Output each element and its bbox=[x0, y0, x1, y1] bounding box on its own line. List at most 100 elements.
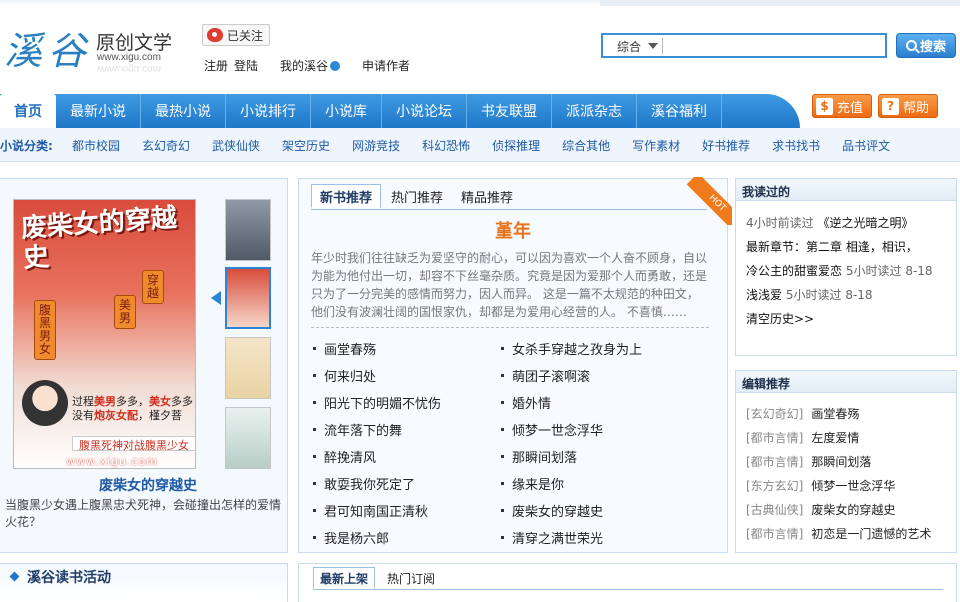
book-thumbnail[interactable] bbox=[225, 199, 271, 261]
nav-item-library[interactable]: 小说库 bbox=[311, 94, 382, 128]
tab-new-books[interactable]: 新书推荐 bbox=[311, 184, 382, 208]
editor-picks-panel: 编辑推荐 [玄幻奇幻] 画堂春殇 [都市言情] 左度爱情 [都市言情] 那瞬间划落 [… bbox=[735, 370, 957, 553]
login-link[interactable]: 登陆 bbox=[234, 57, 258, 74]
activity-title: 溪谷读书活动 bbox=[27, 570, 111, 586]
nav-item-hottest[interactable]: 最热小说 bbox=[141, 94, 226, 128]
list-item[interactable]: 萌团子滚啊滚 bbox=[501, 362, 691, 389]
pick-book-link[interactable]: 那瞬间划落 bbox=[811, 453, 871, 470]
history-book-link[interactable]: 冷公主的甜蜜爱恋 bbox=[746, 264, 842, 278]
weibo-follow-button[interactable]: 已关注 bbox=[202, 24, 271, 46]
history-book-link[interactable]: 《逆之光暗之明》 bbox=[817, 216, 913, 230]
book-thumbnail[interactable] bbox=[225, 407, 271, 469]
reading-activity-section: 溪谷读书活动 bbox=[0, 563, 288, 602]
my-xigu-label: 我的溪谷 bbox=[280, 59, 329, 73]
list-item[interactable]: 阳光下的明媚不忧伤 bbox=[313, 389, 503, 416]
cover-tag: 美男 bbox=[114, 295, 136, 329]
chevron-down-icon bbox=[648, 43, 658, 49]
help-button[interactable]: ? 帮助 bbox=[878, 94, 939, 118]
search-input[interactable] bbox=[667, 36, 883, 55]
search-box: 综合 bbox=[601, 33, 887, 58]
cover-url: www.xigu.com bbox=[66, 455, 158, 468]
list-item[interactable]: 废柴女的穿越史 bbox=[501, 497, 691, 524]
category-link[interactable]: 品书评文 bbox=[842, 137, 890, 154]
nav-item-welfare[interactable]: 溪谷福利 bbox=[637, 94, 722, 128]
list-item: [玄幻奇幻] 画堂春殇 bbox=[746, 405, 860, 422]
list-item[interactable]: 女杀手穿越之孜身为上 bbox=[501, 335, 691, 362]
recommend-list-left: 画堂春殇 何来归处 阳光下的明媚不忧伤 流年落下的舞 醉挽清风 敢耍我你死定了 … bbox=[313, 335, 503, 551]
list-item[interactable]: 清穿之满世荣光 bbox=[501, 524, 691, 551]
nav-item-forum[interactable]: 小说论坛 bbox=[382, 94, 467, 128]
book-thumbnail[interactable] bbox=[225, 337, 271, 399]
list-item: [都市言情] 左度爱情 bbox=[746, 429, 860, 446]
list-item[interactable]: 缘来是你 bbox=[501, 470, 691, 497]
tab-new-arrivals[interactable]: 最新上架 bbox=[313, 567, 376, 589]
list-item[interactable]: 画堂春殇 bbox=[313, 335, 503, 362]
list-item[interactable]: 醉挽清风 bbox=[313, 443, 503, 470]
category-link[interactable]: 玄幻奇幻 bbox=[142, 137, 190, 154]
recommend-list-right: 女杀手穿越之孜身为上 萌团子滚啊滚 婚外情 倾梦一世念浮华 那瞬间划落 缘来是你… bbox=[501, 335, 691, 551]
nav-item-alliance[interactable]: 书友联盟 bbox=[467, 94, 552, 128]
category-link[interactable]: 综合其他 bbox=[562, 137, 610, 154]
divider bbox=[311, 327, 709, 328]
nav-item-magazine[interactable]: 派派杂志 bbox=[552, 94, 637, 128]
user-links: 注册 登陆 我的溪谷 申请作者 bbox=[204, 57, 416, 74]
category-link[interactable]: 网游竞技 bbox=[352, 137, 400, 154]
reading-history-panel: 我读过的 4小时前读过 《逆之光暗之明》 最新章节：第二章 相逢，相识， 冷公主… bbox=[735, 178, 957, 356]
site-header: 溪谷 原创文学 www.xigu.com www.xigu.com 已关注 注册… bbox=[0, 0, 960, 88]
category-link[interactable]: 写作素材 bbox=[632, 137, 680, 154]
list-item[interactable]: 君可知南国正清秋 bbox=[313, 497, 503, 524]
diamond-bullet-icon bbox=[9, 571, 20, 582]
list-item[interactable]: 何来归处 bbox=[313, 362, 503, 389]
search-scope-select[interactable]: 综合 bbox=[607, 38, 663, 54]
list-item[interactable]: 流年落下的舞 bbox=[313, 416, 503, 443]
list-item[interactable]: 倾梦一世念浮华 bbox=[501, 416, 691, 443]
list-item[interactable]: 婚外情 bbox=[501, 389, 691, 416]
pick-book-link[interactable]: 初恋是一门遗憾的艺术 bbox=[811, 525, 931, 542]
category-link[interactable]: 好书推荐 bbox=[702, 137, 750, 154]
history-entry: 浅浅爱 5小时读过 8-18 bbox=[746, 288, 873, 302]
site-title: 原创文学 bbox=[96, 32, 173, 54]
history-book-link[interactable]: 浅浅爱 bbox=[746, 288, 782, 302]
clear-history-link[interactable]: 清空历史>> bbox=[746, 307, 948, 331]
category-link[interactable]: 侦探推理 bbox=[492, 137, 540, 154]
apply-author-link[interactable]: 申请作者 bbox=[362, 57, 410, 74]
recommend-tabs: 新书推荐 热门推荐 精品推荐 bbox=[311, 184, 523, 210]
category-link[interactable]: 求书找书 bbox=[772, 137, 820, 154]
history-entry: 冷公主的甜蜜爱恋 5小时读过 8-18 bbox=[746, 264, 933, 278]
nav-item-home[interactable]: 首页 bbox=[0, 94, 56, 128]
register-link[interactable]: 注册 bbox=[204, 57, 228, 74]
category-items: 都市校园 玄幻奇幻 武侠仙侠 架空历史 网游竞技 科幻恐怖 侦探推理 综合其他 … bbox=[72, 137, 912, 154]
cover-illustration bbox=[22, 380, 68, 426]
recommend-headline[interactable]: 堇年 bbox=[299, 217, 727, 243]
site-url-reflection: www.xigu.com bbox=[97, 63, 161, 74]
tab-premium[interactable]: 精品推荐 bbox=[453, 184, 521, 208]
category-link[interactable]: 武侠仙侠 bbox=[212, 137, 260, 154]
category-link[interactable]: 科幻恐怖 bbox=[422, 137, 470, 154]
tab-hot-subscriptions[interactable]: 热门订阅 bbox=[381, 567, 441, 589]
recharge-button[interactable]: $ 充值 bbox=[812, 94, 873, 118]
list-item[interactable]: 敢耍我你死定了 bbox=[313, 470, 503, 497]
pick-book-link[interactable]: 画堂春殇 bbox=[811, 405, 859, 422]
search-button[interactable]: 搜索 bbox=[896, 33, 956, 58]
list-item[interactable]: 我是杨六郎 bbox=[313, 524, 503, 551]
category-link[interactable]: 都市校园 bbox=[72, 137, 120, 154]
nav-item-ranking[interactable]: 小说排行 bbox=[226, 94, 311, 128]
editor-picks-title: 编辑推荐 bbox=[736, 371, 956, 393]
tab-hot[interactable]: 热门推荐 bbox=[383, 184, 451, 208]
featured-book-cover[interactable]: 废柴女的穿越史 腹黑男女 美男 穿越 过程美男多多，美女多多 没有炮灰女配，槿夕… bbox=[13, 199, 196, 469]
featured-book-title[interactable]: 废柴女的穿越史 bbox=[99, 475, 197, 495]
nav-item-latest[interactable]: 最新小说 bbox=[56, 94, 141, 128]
list-item[interactable]: 那瞬间划落 bbox=[501, 443, 691, 470]
list-item: [都市言情] 初恋是一门遗憾的艺术 bbox=[746, 525, 932, 542]
pick-book-link[interactable]: 废柴女的穿越史 bbox=[811, 501, 895, 518]
thumb-selector-arrow-icon bbox=[211, 291, 221, 305]
pick-book-link[interactable]: 左度爱情 bbox=[811, 429, 859, 446]
logo[interactable]: 溪谷 bbox=[4, 20, 92, 75]
pick-book-link[interactable]: 倾梦一世念浮华 bbox=[811, 477, 895, 494]
my-xigu-link[interactable]: 我的溪谷 bbox=[280, 57, 341, 74]
help-label: 帮助 bbox=[903, 100, 930, 116]
history-latest-chapter[interactable]: 最新章节：第二章 相逢，相识， bbox=[746, 235, 948, 259]
category-link[interactable]: 架空历史 bbox=[282, 137, 330, 154]
book-thumbnail-selected[interactable] bbox=[225, 267, 271, 329]
featured-book-panel: 废柴女的穿越史 腹黑男女 美男 穿越 过程美男多多，美女多多 没有炮灰女配，槿夕… bbox=[0, 178, 288, 553]
